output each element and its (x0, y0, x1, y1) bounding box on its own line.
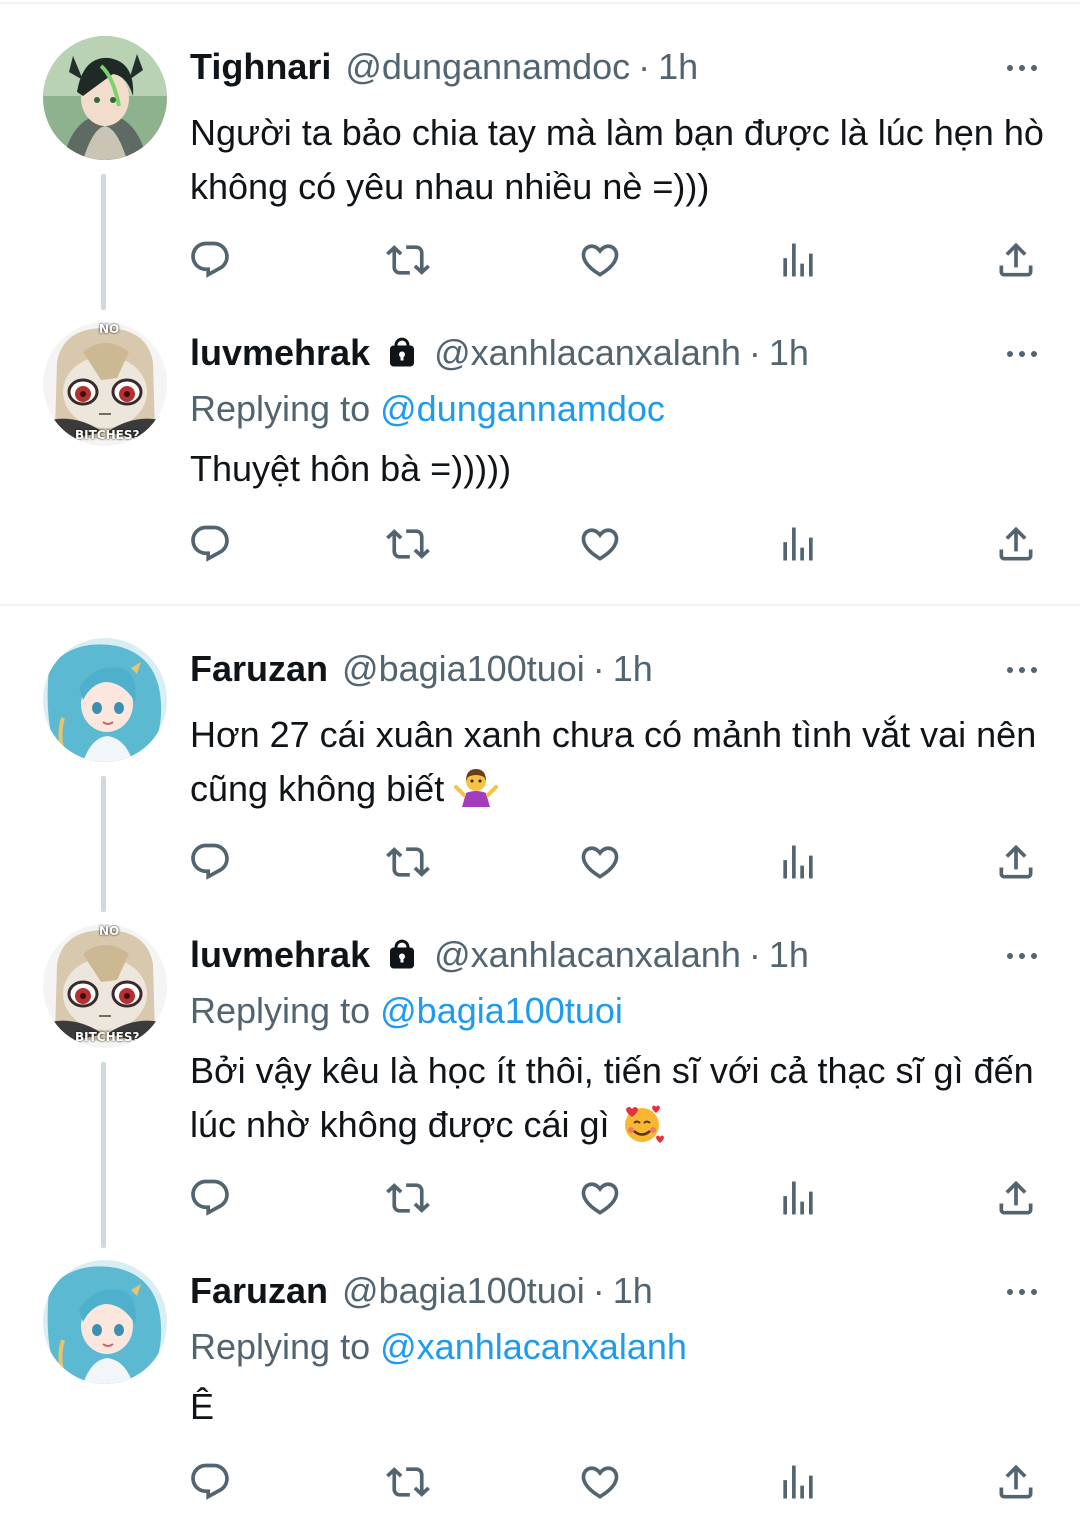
replying-to-label: Replying to (190, 990, 371, 1031)
share-icon[interactable] (994, 1460, 1038, 1504)
more-icon[interactable] (1004, 946, 1040, 966)
thread-line (101, 174, 106, 310)
views-icon[interactable] (776, 522, 820, 566)
retweet-icon[interactable] (386, 522, 430, 566)
display-name[interactable]: Faruzan (190, 648, 328, 690)
faruzan-avatar-image (43, 1260, 167, 1384)
user-handle[interactable]: @bagia100tuoi (342, 1270, 585, 1312)
user-handle[interactable]: @dungannamdoc (345, 46, 630, 88)
reply-icon[interactable] (188, 522, 232, 566)
tweet-text: Bởi vậy kêu là học ít thôi, tiến sĩ với … (190, 1044, 1060, 1152)
share-icon[interactable] (994, 840, 1038, 884)
views-icon[interactable] (776, 1460, 820, 1504)
timestamp[interactable]: 1h (658, 46, 698, 88)
replying-to: Replying to @bagia100tuoi (190, 990, 623, 1032)
timestamp[interactable]: 1h (613, 648, 653, 690)
thread-line (101, 776, 106, 912)
avatar[interactable] (43, 36, 167, 160)
tweet-text: Thuyệt hôn bà =))))) (190, 448, 512, 489)
avatar-caption-bottom: BITCHES? (75, 428, 140, 442)
replying-to-label: Replying to (190, 1326, 371, 1367)
tweet-header: Faruzan @bagia100tuoi · 1h (190, 1266, 653, 1316)
action-bar (188, 1460, 1048, 1504)
share-icon[interactable] (994, 1176, 1038, 1220)
timestamp[interactable]: 1h (769, 332, 809, 374)
more-icon[interactable] (1004, 1282, 1040, 1302)
tweet-text: Người ta bảo chia tay mà làm bạn được là… (190, 112, 1044, 207)
retweet-icon[interactable] (386, 1460, 430, 1504)
tighnari-avatar-image (43, 36, 167, 160)
like-icon[interactable] (578, 1460, 622, 1504)
replying-to: Replying to @xanhlacanxalanh (190, 1326, 687, 1368)
views-icon[interactable] (776, 238, 820, 282)
share-icon[interactable] (994, 238, 1038, 282)
section-divider (0, 604, 1080, 606)
reply-icon[interactable] (188, 840, 232, 884)
top-divider (0, 2, 1080, 4)
avatar[interactable]: NO BITCHES? (43, 322, 167, 446)
like-icon[interactable] (578, 1176, 622, 1220)
thread-line (101, 1062, 106, 1248)
replying-to-label: Replying to (190, 388, 371, 429)
tweet-header: Tighnari @dungannamdoc · 1h (190, 42, 698, 92)
tweet-header: Faruzan @bagia100tuoi · 1h (190, 644, 653, 694)
tweet-text: Ê (190, 1386, 215, 1427)
retweet-icon[interactable] (386, 1176, 430, 1220)
retweet-icon[interactable] (386, 840, 430, 884)
replying-to: Replying to @dungannamdoc (190, 388, 665, 430)
tweet-header: luvmehrak @xanhlacanxalanh · 1h (190, 328, 809, 378)
avatar-caption-bottom: BITCHES? (75, 1030, 140, 1044)
smiling-face-with-hearts-emoji (624, 1105, 664, 1143)
separator-dot: · (748, 332, 761, 373)
separator-dot: · (592, 1270, 605, 1311)
tweet-text-content: Bởi vậy kêu là học ít thôi, tiến sĩ với … (190, 1050, 1034, 1145)
tweet-text-content: Hơn 27 cái xuân xanh chưa có mảnh tình v… (190, 714, 1037, 809)
share-icon[interactable] (994, 522, 1038, 566)
more-icon[interactable] (1004, 58, 1040, 78)
reply-icon[interactable] (188, 1460, 232, 1504)
views-icon[interactable] (776, 840, 820, 884)
display-name[interactable]: Faruzan (190, 1270, 328, 1312)
replying-to-mention[interactable]: @xanhlacanxalanh (380, 1326, 687, 1367)
like-icon[interactable] (578, 238, 622, 282)
lock-icon (384, 333, 420, 373)
tweet-text: Hơn 27 cái xuân xanh chưa có mảnh tình v… (190, 708, 1060, 816)
reply-icon[interactable] (188, 238, 232, 282)
avatar-caption-top: NO (99, 322, 120, 336)
more-icon[interactable] (1004, 344, 1040, 364)
user-handle[interactable]: @xanhlacanxalanh (434, 934, 741, 976)
reply-icon[interactable] (188, 1176, 232, 1220)
like-icon[interactable] (578, 840, 622, 884)
action-bar (188, 238, 1048, 282)
replying-to-mention[interactable]: @dungannamdoc (380, 388, 665, 429)
woman-shrugging-emoji (454, 769, 499, 807)
action-bar (188, 840, 1048, 884)
lock-icon (384, 935, 420, 975)
timestamp[interactable]: 1h (613, 1270, 653, 1312)
avatar-caption-top: NO (99, 924, 120, 938)
retweet-icon[interactable] (386, 238, 430, 282)
display-name[interactable]: luvmehrak (190, 934, 370, 976)
timestamp[interactable]: 1h (769, 934, 809, 976)
display-name[interactable]: Tighnari (190, 46, 331, 88)
separator-dot: · (748, 934, 761, 975)
tweet-header: luvmehrak @xanhlacanxalanh · 1h (190, 930, 809, 980)
like-icon[interactable] (578, 522, 622, 566)
views-icon[interactable] (776, 1176, 820, 1220)
more-icon[interactable] (1004, 660, 1040, 680)
faruzan-avatar-image (43, 638, 167, 762)
replying-to-mention[interactable]: @bagia100tuoi (380, 990, 623, 1031)
user-handle[interactable]: @bagia100tuoi (342, 648, 585, 690)
action-bar (188, 522, 1048, 566)
separator-dot: · (638, 46, 651, 87)
separator-dot: · (592, 648, 605, 689)
action-bar (188, 1176, 1048, 1220)
display-name[interactable]: luvmehrak (190, 332, 370, 374)
user-handle[interactable]: @xanhlacanxalanh (434, 332, 741, 374)
avatar[interactable]: NO BITCHES? (43, 924, 167, 1048)
avatar[interactable] (43, 638, 167, 762)
avatar[interactable] (43, 1260, 167, 1384)
